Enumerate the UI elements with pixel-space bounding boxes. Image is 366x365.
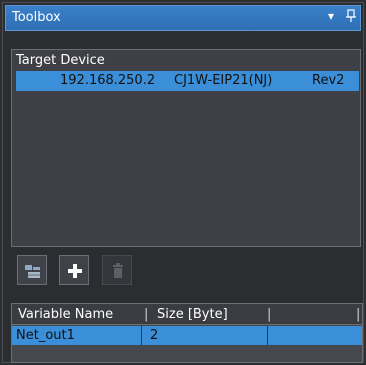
device-tree-button[interactable]: [17, 255, 47, 285]
device-tree-icon: [25, 265, 40, 278]
trash-icon: [113, 263, 123, 278]
dropdown-arrow-icon[interactable]: ▾: [328, 9, 334, 23]
pin-icon[interactable]: [346, 9, 356, 26]
column-header-size[interactable]: Size [Byte]: [157, 304, 228, 325]
plus-icon: [68, 264, 82, 278]
column-divider-1[interactable]: |: [144, 304, 148, 325]
delete-button[interactable]: [102, 255, 132, 285]
device-row[interactable]: 192.168.250.2 CJ1W-EIP21(NJ) Rev2: [16, 71, 359, 91]
column-divider-2[interactable]: |: [267, 304, 271, 325]
panel-title: Toolbox: [12, 10, 61, 25]
target-device-header: Target Device: [16, 53, 105, 68]
variable-table-header: Variable Name | Size [Byte] | |: [12, 304, 362, 325]
variable-table[interactable]: Variable Name | Size [Byte] | | Net_out1…: [11, 303, 363, 363]
toolbox-title-bar: Toolbox ▾: [5, 5, 361, 31]
column-header-variable-name[interactable]: Variable Name: [18, 304, 113, 325]
target-device-list[interactable]: Target Device 192.168.250.2 CJ1W-EIP21(N…: [11, 49, 361, 247]
column-divider-3[interactable]: |: [356, 304, 360, 325]
device-revision: Rev2: [312, 73, 345, 88]
pin-icon-graphic: [346, 9, 356, 22]
device-model: CJ1W-EIP21(NJ): [174, 73, 273, 88]
table-row[interactable]: Net_out1 2: [12, 326, 362, 345]
toolbox-panel: Toolbox ▾ Target Device 192.168.250.2 CJ…: [2, 2, 364, 363]
variable-name-cell[interactable]: Net_out1: [12, 326, 142, 345]
add-button[interactable]: [59, 255, 89, 285]
device-ip: 192.168.250.2: [60, 73, 156, 88]
variable-size-cell[interactable]: 2: [142, 326, 268, 345]
